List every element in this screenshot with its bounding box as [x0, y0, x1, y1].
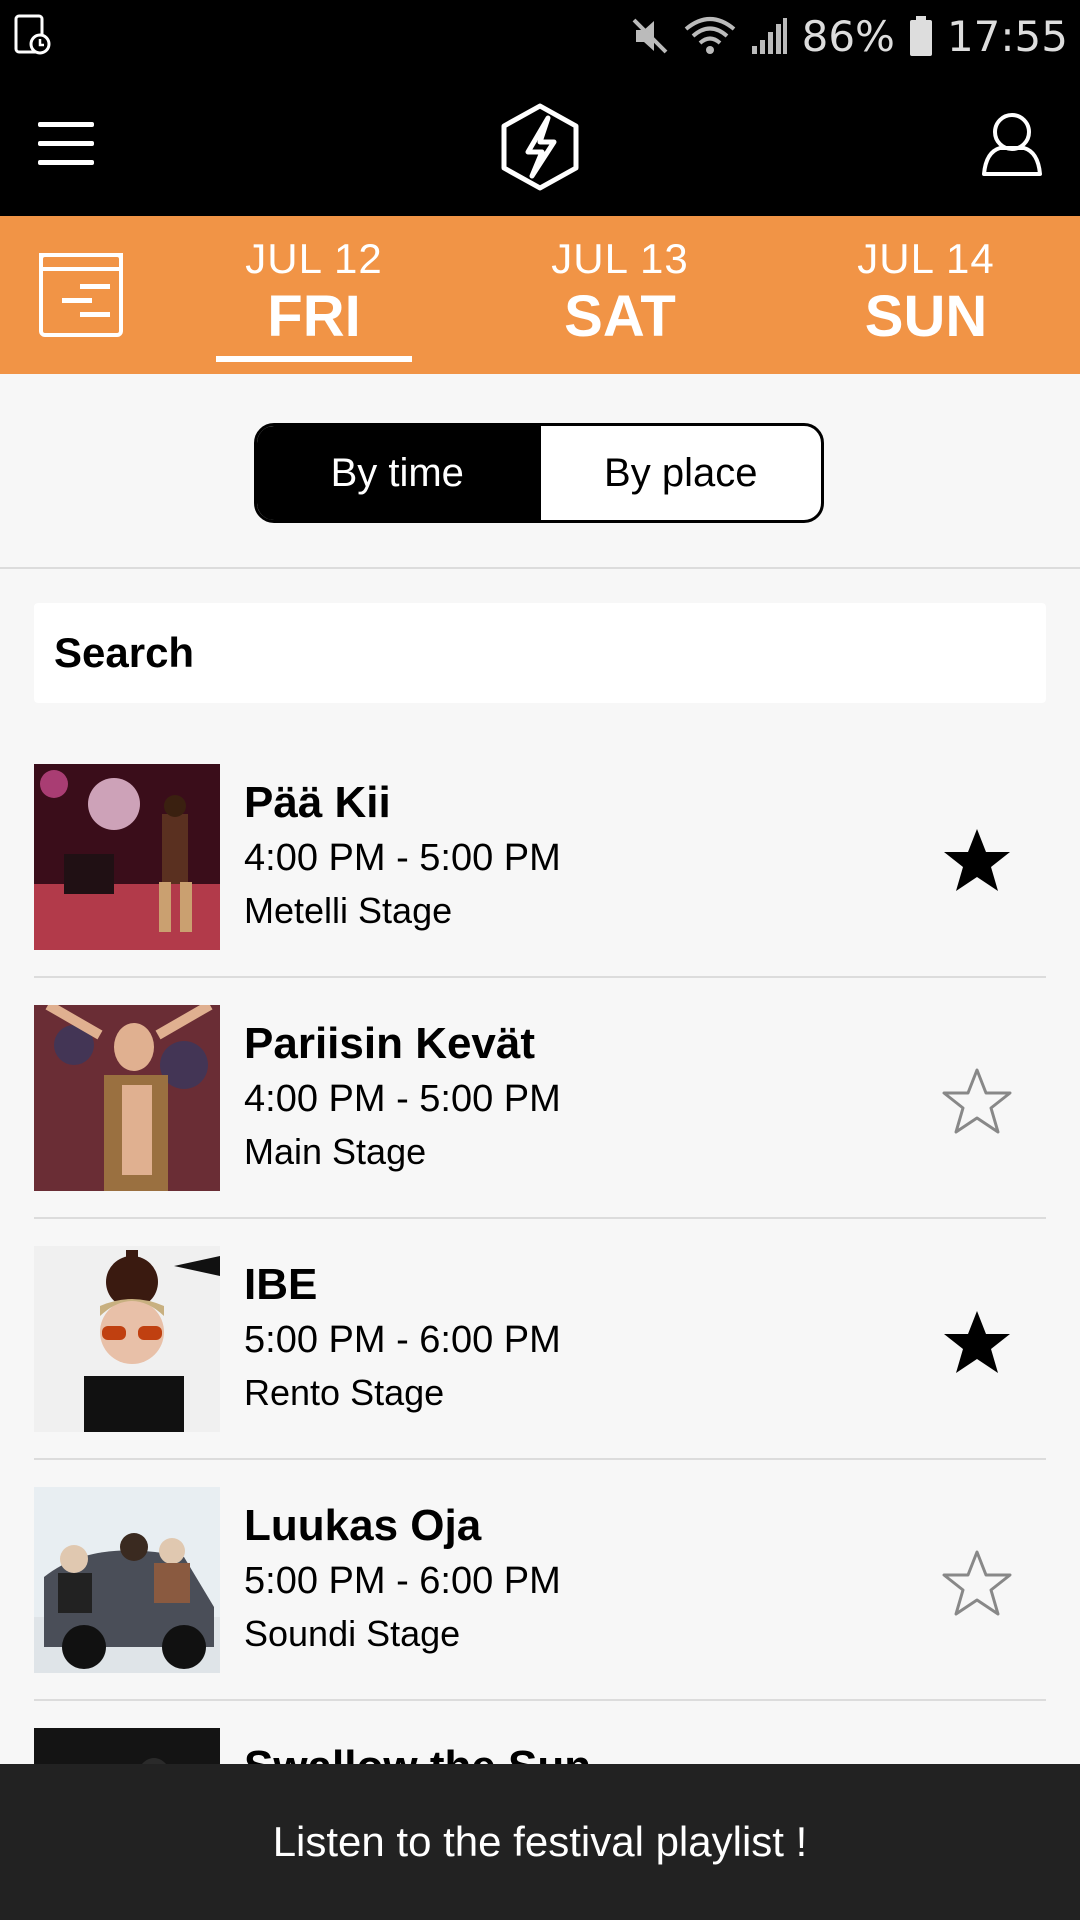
tab-date: JUL 12 [245, 235, 383, 282]
date-tabs: JUL 12 FRI JUL 13 SAT JUL 14 SUN [0, 216, 1080, 374]
battery-icon [909, 16, 932, 56]
hamburger-menu-icon[interactable] [34, 112, 98, 176]
favorite-star-filled-icon[interactable] [942, 1307, 1012, 1377]
divider [0, 567, 1080, 569]
tab-jul-13[interactable]: JUL 13 SAT [520, 234, 720, 350]
performance-time: 4:00 PM - 5:00 PM [244, 1078, 561, 1120]
tab-weekday: SUN [864, 284, 988, 349]
screenshot-icon [14, 14, 51, 55]
artist-name: Pariisin Kevät [244, 1019, 536, 1068]
favorite-star-outline-icon[interactable] [942, 1066, 1012, 1136]
signal-icon [751, 18, 787, 54]
tab-date: JUL 14 [857, 235, 995, 282]
artist-photo [34, 1246, 220, 1432]
stage-name: Main Stage [244, 1131, 427, 1172]
artist-photo [34, 1487, 220, 1673]
list-item[interactable]: Pää Kii 4:00 PM - 5:00 PM Metelli Stage [34, 740, 1046, 981]
playlist-banner[interactable]: Listen to the festival playlist ! [0, 1764, 1080, 1920]
status-bar: 86% 17:55 [0, 0, 1080, 72]
schedule-icon[interactable] [38, 252, 124, 338]
artist-name: IBE [244, 1260, 318, 1309]
row-divider [34, 1217, 1046, 1219]
stage-name: Soundi Stage [244, 1613, 461, 1654]
by-time-button[interactable]: By time [257, 426, 538, 520]
tab-weekday: SAT [564, 284, 676, 349]
lightning-hexagon-logo-icon [501, 103, 579, 191]
stage-name: Metelli Stage [244, 890, 453, 931]
view-toggle: By time By place [254, 423, 824, 523]
profile-icon[interactable] [980, 110, 1044, 178]
list-item[interactable]: Pariisin Kevät 4:00 PM - 5:00 PM Main St… [34, 981, 1046, 1222]
artist-name: Pää Kii [244, 778, 391, 827]
search-input[interactable]: Search [34, 603, 1046, 703]
performance-time: 4:00 PM - 5:00 PM [244, 837, 561, 879]
list-item[interactable]: Luukas Oja 5:00 PM - 6:00 PM Soundi Stag… [34, 1463, 1046, 1704]
performance-time: 5:00 PM - 6:00 PM [244, 1319, 561, 1361]
tab-jul-14[interactable]: JUL 14 SUN [826, 234, 1026, 350]
artist-photo [34, 1005, 220, 1191]
row-divider [34, 1699, 1046, 1701]
battery-percentage: 86% [801, 11, 895, 61]
artist-photo [34, 764, 220, 950]
favorite-star-outline-icon[interactable] [942, 1548, 1012, 1618]
row-divider [34, 976, 1046, 978]
selected-tab-indicator [216, 356, 412, 362]
favorite-star-filled-icon[interactable] [942, 825, 1012, 895]
list-item[interactable]: IBE 5:00 PM - 6:00 PM Rento Stage [34, 1222, 1046, 1463]
artist-name: Luukas Oja [244, 1501, 482, 1550]
by-place-button[interactable]: By place [537, 426, 822, 520]
stage-name: Rento Stage [244, 1372, 445, 1413]
performance-time: 5:00 PM - 6:00 PM [244, 1560, 561, 1602]
tab-date: JUL 13 [551, 235, 689, 282]
wifi-icon [684, 17, 735, 54]
tab-weekday: FRI [267, 284, 361, 349]
clock: 17:55 [946, 11, 1068, 61]
mute-icon [632, 18, 668, 54]
app-bar [0, 72, 1080, 216]
row-divider [34, 1458, 1046, 1460]
tab-jul-12[interactable]: JUL 12 FRI [214, 234, 414, 362]
